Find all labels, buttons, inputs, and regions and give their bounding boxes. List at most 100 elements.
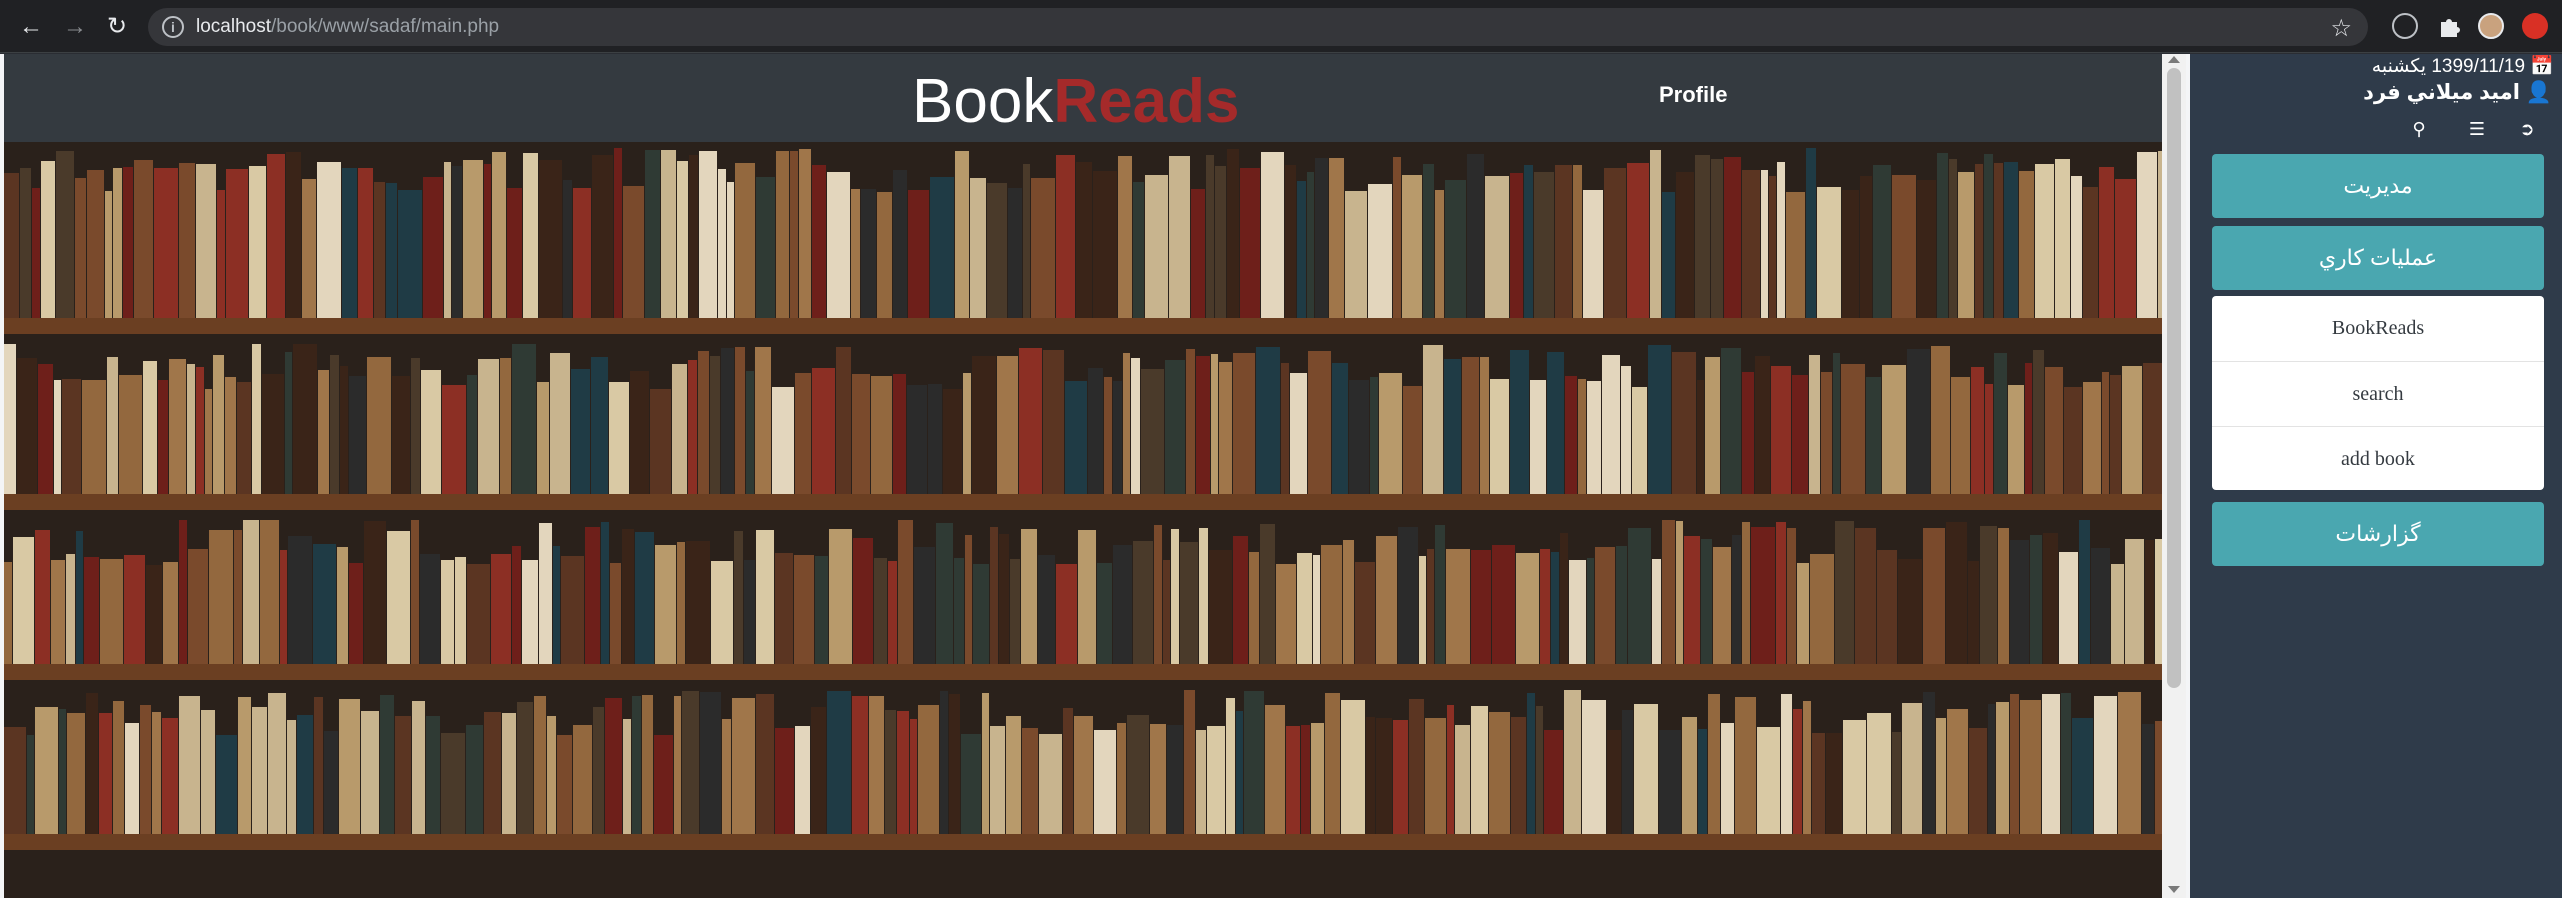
info-icon[interactable]: i (162, 16, 184, 38)
book-spine (143, 361, 157, 494)
book-spine (86, 693, 98, 834)
menu-operations[interactable]: عمليات كاري (2212, 226, 2544, 290)
list-icon[interactable]: ☰ (2466, 118, 2488, 140)
book-spine (213, 355, 224, 494)
logout-icon[interactable]: ➲ (2516, 118, 2538, 140)
extension-icon[interactable] (2392, 13, 2418, 39)
book-spine (179, 696, 200, 834)
book-spine (330, 355, 339, 494)
scrollbar-thumb[interactable] (2167, 68, 2181, 688)
book-spine (1019, 348, 1042, 494)
book-spine (2020, 700, 2041, 834)
key-icon[interactable]: ⚲ (2408, 118, 2430, 140)
menu-management[interactable]: مديريت (2212, 154, 2544, 218)
book-spine (1511, 717, 1526, 834)
book-spine (755, 347, 771, 494)
menu-reports[interactable]: گزارشات (2212, 502, 2544, 566)
book-spine (2025, 363, 2032, 494)
book-spine (1133, 182, 1144, 318)
book-spine (1427, 549, 1434, 664)
book-spine (1039, 734, 1062, 834)
scroll-up-arrow[interactable] (2168, 56, 2180, 63)
book-spine (158, 380, 168, 494)
book-spine (1403, 386, 1422, 494)
book-spine (500, 358, 511, 494)
submenu-item-bookreads[interactable]: BookReads (2212, 296, 2544, 360)
avatar[interactable] (2478, 13, 2504, 39)
book-spine (1812, 733, 1825, 834)
book-spine (1301, 725, 1310, 834)
book-spine (1968, 561, 1979, 664)
book-spine (1455, 725, 1470, 834)
address-bar[interactable]: i localhost/book/www/sadaf/main.php ☆ (148, 8, 2368, 46)
submenu-item-add-book[interactable]: add book (2212, 426, 2544, 490)
book-spine (1065, 381, 1087, 494)
book-spine (226, 169, 248, 318)
book-spine (27, 735, 34, 834)
book-spine (1946, 522, 1967, 664)
book-spine (252, 344, 261, 494)
book-spine (1996, 702, 2009, 834)
book-spine (1713, 547, 1731, 664)
page-viewport: BookReads Profile (0, 54, 2190, 898)
book-spine (2083, 187, 2098, 318)
back-button[interactable]: ← (16, 12, 46, 42)
book-spine (1227, 149, 1239, 318)
scroll-down-arrow[interactable] (2168, 886, 2180, 893)
book-spine (105, 191, 112, 318)
user-icon: 👤 (2525, 81, 2552, 104)
book-spine (547, 716, 556, 834)
book-spine (954, 558, 964, 664)
book-spine (1366, 717, 1375, 834)
book-spine (722, 719, 731, 834)
book-spine (1969, 728, 1987, 834)
book-spine (829, 529, 852, 664)
book-spine (735, 163, 755, 318)
url-text[interactable]: localhost/book/www/sadaf/main.php (196, 16, 499, 38)
book-spine (76, 531, 83, 664)
book-spine (1769, 176, 1776, 318)
book-spine (972, 356, 996, 494)
page-content: BookReads Profile (4, 54, 2162, 898)
star-icon[interactable]: ☆ (2330, 14, 2352, 43)
book-spine (1583, 190, 1603, 318)
book-spine (907, 385, 927, 494)
book-spine (1809, 355, 1820, 494)
update-icon[interactable] (2522, 13, 2548, 39)
book-spine (893, 170, 907, 318)
scrollbar[interactable] (2162, 54, 2186, 898)
book-spine (1329, 158, 1344, 318)
book-spine (2145, 540, 2154, 664)
book-spine (1145, 175, 1168, 318)
book-spine (1947, 709, 1968, 834)
profile-link[interactable]: Profile (1659, 82, 1727, 108)
book-spine (1023, 164, 1030, 318)
brand-part2: Reads (1053, 67, 1240, 136)
puzzle-icon[interactable] (2436, 13, 2462, 39)
book-spine (2030, 535, 2042, 664)
submenu-item-search[interactable]: search (2212, 361, 2544, 425)
book-spine (1634, 704, 1658, 834)
forward-button[interactable]: → (60, 12, 90, 42)
book-spine (1877, 550, 1897, 664)
reload-button[interactable]: ↻ (102, 12, 132, 42)
book-spine (1573, 165, 1582, 318)
book-spine (2142, 724, 2154, 834)
book-spine (59, 709, 66, 834)
book-spine (1721, 723, 1734, 834)
book-spine (1171, 529, 1179, 664)
book-spine (2137, 152, 2157, 318)
book-spine (1094, 730, 1116, 834)
book-spine (1560, 533, 1568, 664)
operations-submenu: BookReads search add book (2212, 296, 2544, 490)
book-spine (1662, 192, 1675, 318)
brand-logo[interactable]: BookReads (912, 66, 1239, 137)
book-spine (827, 172, 850, 318)
book-spine (1236, 711, 1243, 834)
book-spine (201, 710, 215, 834)
book-spine (2125, 539, 2144, 664)
book-spine (293, 344, 317, 494)
book-spine (811, 707, 826, 834)
book-spine (1604, 168, 1626, 318)
book-spine (1751, 527, 1775, 664)
